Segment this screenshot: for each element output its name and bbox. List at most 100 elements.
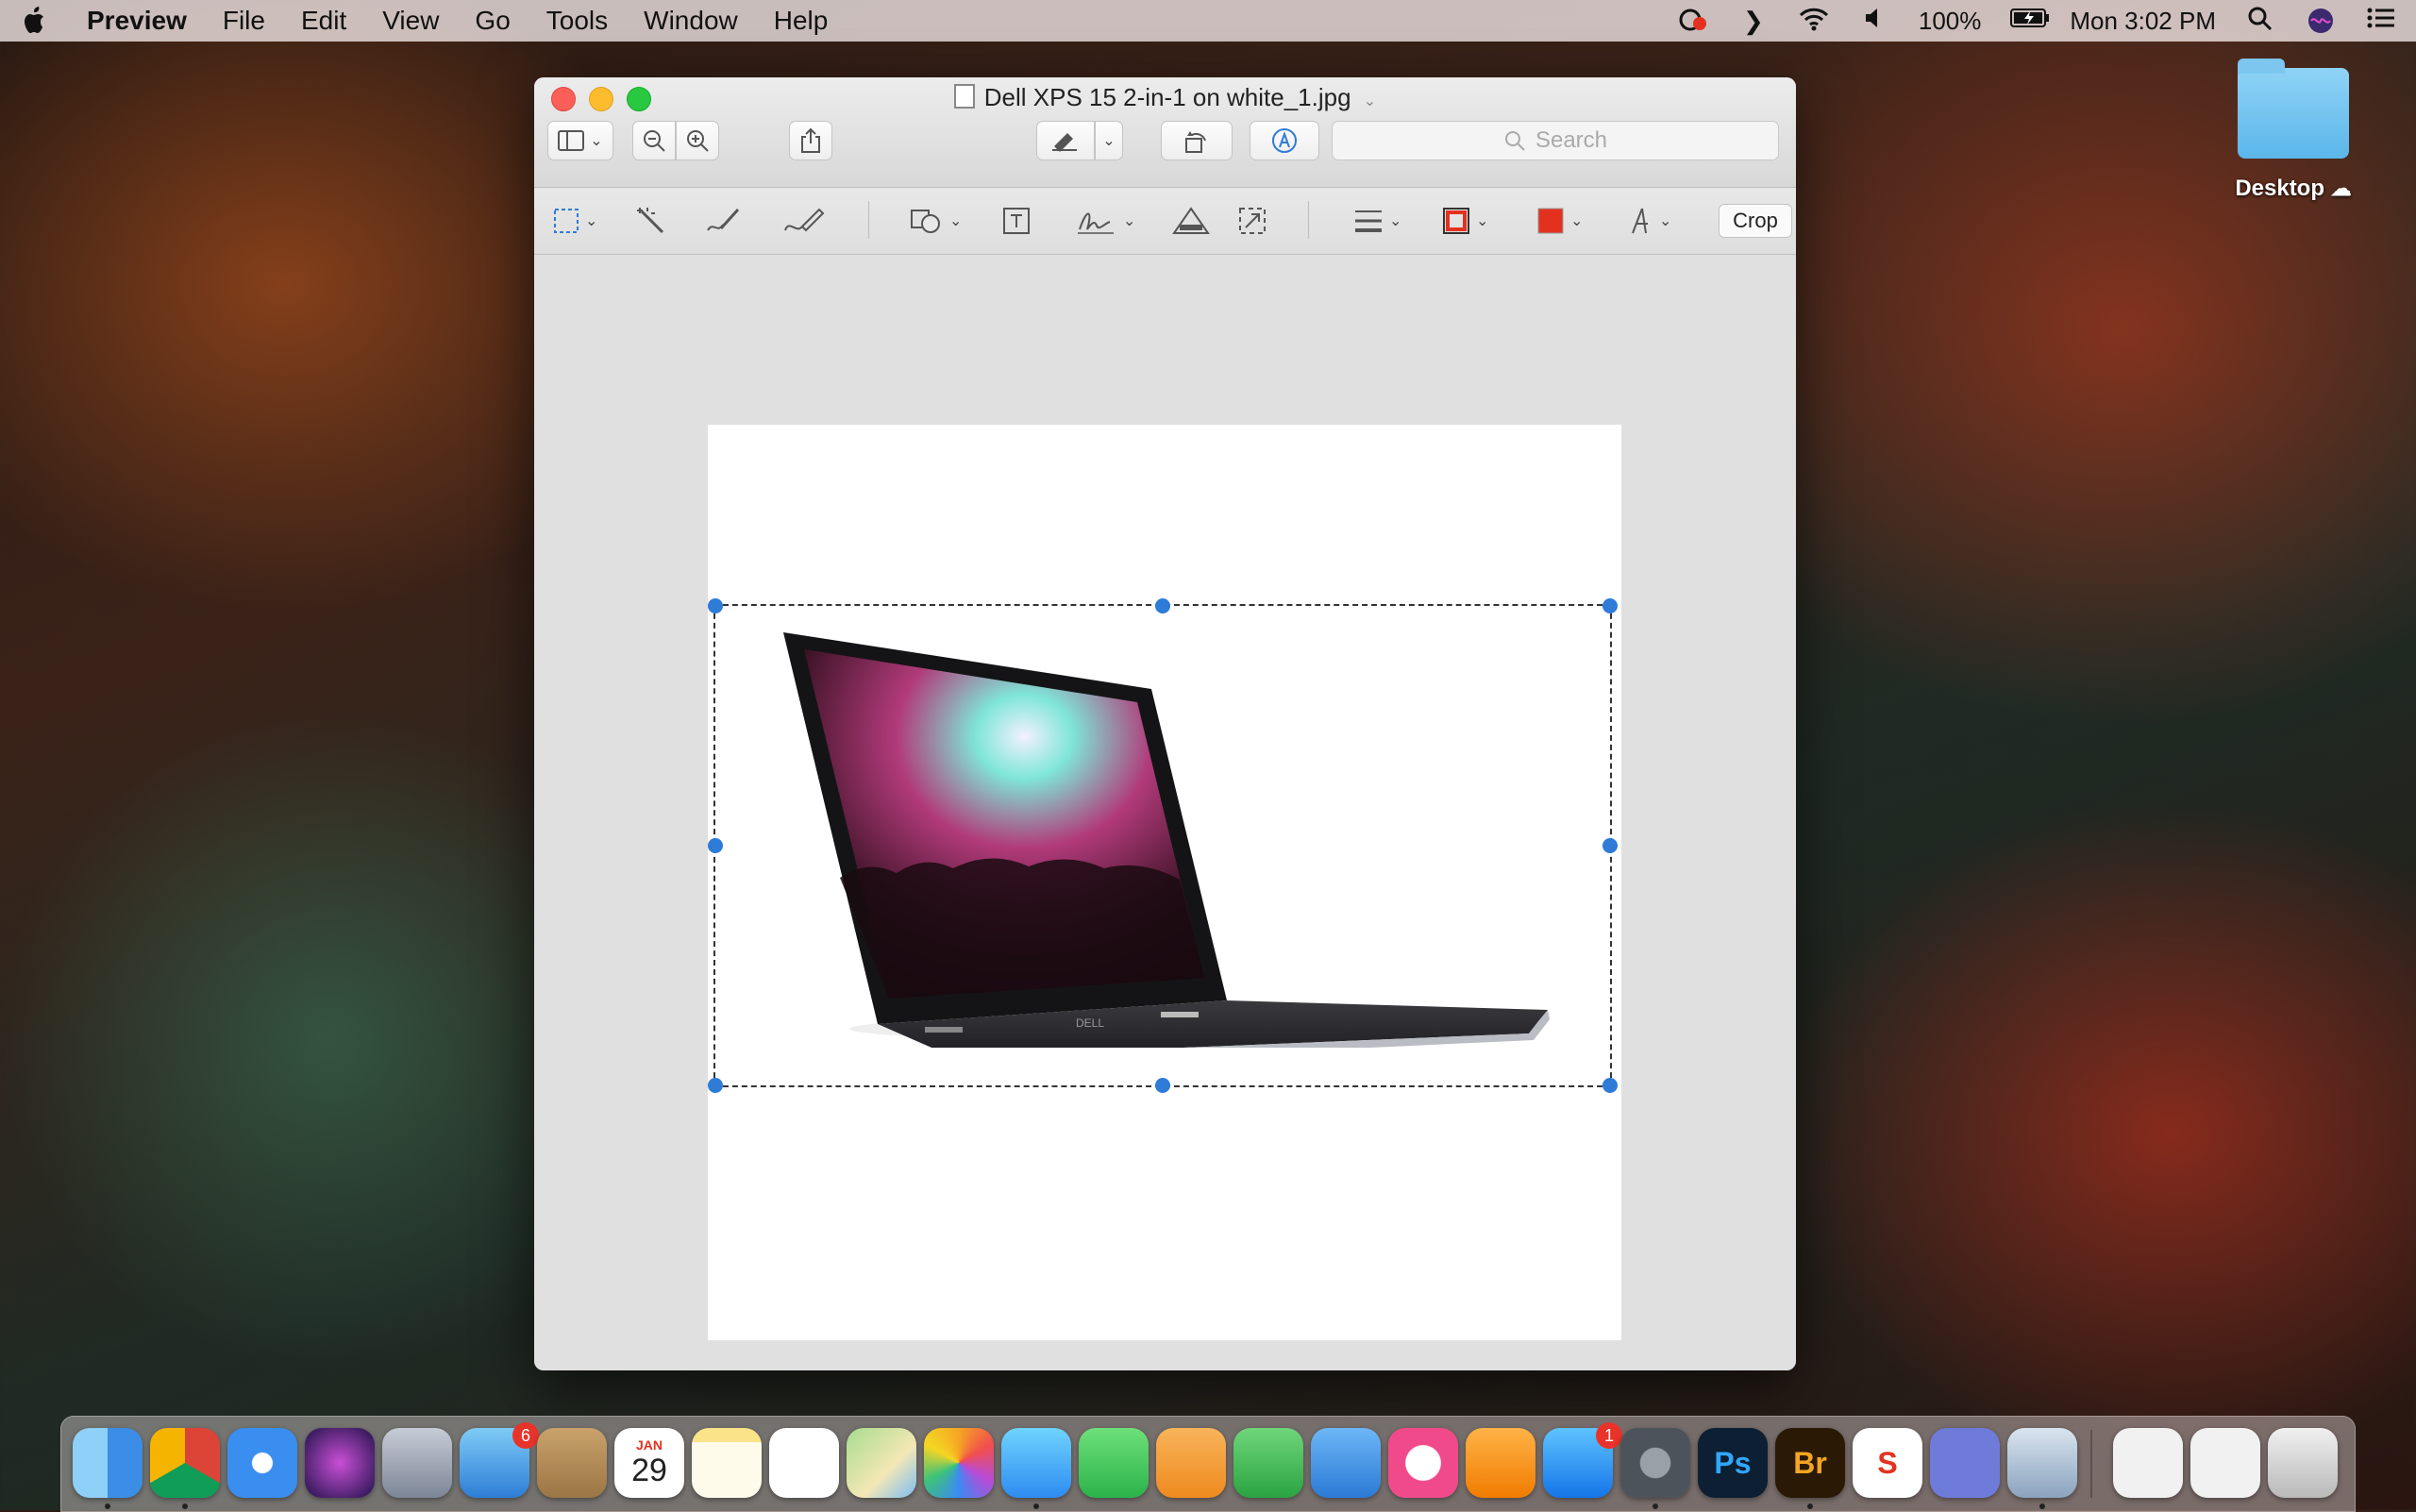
menu-tools[interactable]: Tools <box>546 6 608 36</box>
menu-bar: Preview File Edit View Go Tools Window H… <box>0 0 2416 42</box>
menu-go[interactable]: Go <box>475 6 510 36</box>
instant-alpha-tool[interactable] <box>636 205 666 237</box>
highlight-options-button[interactable]: ⌄ <box>1095 121 1123 160</box>
dock-siri-icon[interactable] <box>305 1428 375 1498</box>
creative-cloud-icon[interactable] <box>1677 7 1709 35</box>
selection-handle-top-right[interactable] <box>1602 598 1618 613</box>
dock-notes-icon[interactable] <box>692 1428 762 1498</box>
dock-reminders-icon[interactable] <box>769 1428 839 1498</box>
apple-menu-icon[interactable] <box>19 7 51 35</box>
calendar-day: 29 <box>631 1453 667 1488</box>
dock-safari-icon[interactable] <box>227 1428 297 1498</box>
spotlight-search-icon[interactable] <box>2244 7 2276 35</box>
shape-style-tool[interactable]: ⌄ <box>1353 205 1401 237</box>
menu-window[interactable]: Window <box>644 6 738 36</box>
selection-handle-bottom-left[interactable] <box>708 1078 723 1093</box>
battery-percent: 100% <box>1918 6 1982 35</box>
dock-trash-icon[interactable] <box>2268 1428 2338 1498</box>
dock-chrome-icon[interactable] <box>150 1428 220 1498</box>
running-indicator <box>1653 1504 1658 1509</box>
calendar-month: JAN <box>635 1437 663 1453</box>
shapes-tool[interactable]: ⌄ <box>910 205 962 237</box>
dock-pages-icon[interactable] <box>1156 1428 1226 1498</box>
text-tool[interactable] <box>1002 205 1031 237</box>
zoom-in-button[interactable] <box>676 121 719 160</box>
resize-icon <box>1239 208 1266 234</box>
highlight-button[interactable] <box>1036 121 1095 160</box>
selection-handle-top[interactable] <box>1155 598 1170 613</box>
dock-documents-stack-icon[interactable] <box>2190 1428 2260 1498</box>
dock-downloads-stack-icon[interactable] <box>2113 1428 2183 1498</box>
dock-finder-icon[interactable] <box>73 1428 143 1498</box>
draw-tool[interactable] <box>781 205 827 237</box>
dock-books-icon[interactable] <box>1466 1428 1535 1498</box>
wifi-icon[interactable] <box>1798 7 1830 35</box>
chevron-down-icon[interactable]: ⌄ <box>1364 93 1376 109</box>
chevron-right-icon[interactable]: ❯ <box>1737 7 1770 35</box>
dock-contacts-icon[interactable] <box>537 1428 607 1498</box>
markup-toolbar-button[interactable] <box>1250 121 1319 160</box>
dock-system-preferences-icon[interactable] <box>1620 1428 1690 1498</box>
sketch-tool[interactable] <box>704 205 742 237</box>
dock-bridge-label: Br <box>1793 1445 1827 1480</box>
adjust-color-tool[interactable] <box>1172 205 1210 237</box>
volume-icon[interactable] <box>1858 7 1890 35</box>
sidebar-view-button[interactable]: ⌄ <box>547 121 613 160</box>
menu-app-preview[interactable]: Preview <box>87 6 187 36</box>
rectangular-selection[interactable] <box>708 598 1618 1093</box>
document-canvas[interactable]: DELL <box>534 255 1796 1370</box>
dock-mail-badge: 6 <box>512 1422 539 1449</box>
text-style-icon <box>1632 208 1648 234</box>
dock-discord-icon[interactable] <box>1930 1428 2000 1498</box>
selection-handle-right[interactable] <box>1602 838 1618 853</box>
dock-itunes-icon[interactable] <box>1388 1428 1458 1498</box>
chevron-down-icon: ⌄ <box>1102 133 1116 149</box>
menu-edit[interactable]: Edit <box>301 6 346 36</box>
selection-handle-left[interactable] <box>708 838 723 853</box>
dock-photoshop-icon[interactable]: Ps <box>1698 1428 1768 1498</box>
menu-view[interactable]: View <box>382 6 439 36</box>
notification-center-icon[interactable] <box>2365 7 2397 35</box>
crop-button[interactable]: Crop <box>1719 204 1792 238</box>
search-field[interactable]: Search <box>1332 121 1779 160</box>
battery-icon[interactable] <box>2009 7 2050 35</box>
siri-icon[interactable] <box>2305 7 2337 35</box>
selection-handle-top-left[interactable] <box>708 598 723 613</box>
dock-facetime-icon[interactable] <box>1079 1428 1149 1498</box>
menu-file[interactable]: File <box>223 6 265 36</box>
border-color-tool[interactable]: ⌄ <box>1442 205 1488 237</box>
zoom-in-icon <box>687 130 709 152</box>
text-style-tool[interactable]: ⌄ <box>1629 205 1671 237</box>
desktop-folder[interactable]: Desktop ☁ <box>2227 59 2359 202</box>
menu-help[interactable]: Help <box>774 6 829 36</box>
zoom-out-button[interactable] <box>632 121 676 160</box>
dock-messages-icon[interactable] <box>1001 1428 1071 1498</box>
sign-tool[interactable]: ⌄ <box>1076 205 1135 237</box>
adjust-color-icon <box>1172 207 1210 234</box>
fill-color-tool[interactable]: ⌄ <box>1536 205 1583 237</box>
toolbar-separator <box>1308 201 1309 239</box>
dock-maps-icon[interactable] <box>847 1428 916 1498</box>
draw-pen-icon <box>784 208 825 232</box>
selection-handle-bottom[interactable] <box>1155 1078 1170 1093</box>
dock-preview-icon[interactable] <box>2007 1428 2077 1498</box>
rectangular-selection-tool[interactable]: ⌄ <box>553 205 597 237</box>
document-icon <box>953 84 975 109</box>
sidebar-icon <box>558 130 585 151</box>
title-bar[interactable]: Dell XPS 15 2-in-1 on white_1.jpg ⌄ ⌄ ⌄ <box>534 77 1796 188</box>
rotate-button[interactable] <box>1161 121 1233 160</box>
share-button[interactable] <box>789 121 832 160</box>
dock-sketch-icon[interactable]: S <box>1853 1428 1922 1498</box>
dock-numbers-icon[interactable] <box>1233 1428 1303 1498</box>
dock-photos-icon[interactable] <box>924 1428 994 1498</box>
window-title-area[interactable]: Dell XPS 15 2-in-1 on white_1.jpg ⌄ <box>534 83 1796 112</box>
dock-launchpad-icon[interactable] <box>382 1428 452 1498</box>
selection-handle-bottom-right[interactable] <box>1602 1078 1618 1093</box>
preview-window: Dell XPS 15 2-in-1 on white_1.jpg ⌄ ⌄ ⌄ <box>534 77 1796 1370</box>
dock-calendar-icon[interactable]: JAN 29 <box>614 1428 684 1498</box>
adjust-size-tool[interactable] <box>1238 205 1267 237</box>
clock[interactable]: Mon 3:02 PM <box>2070 7 2216 36</box>
dock-bridge-icon[interactable]: Br <box>1775 1428 1845 1498</box>
dock-keynote-icon[interactable] <box>1311 1428 1381 1498</box>
image-page[interactable]: DELL <box>708 425 1621 1340</box>
